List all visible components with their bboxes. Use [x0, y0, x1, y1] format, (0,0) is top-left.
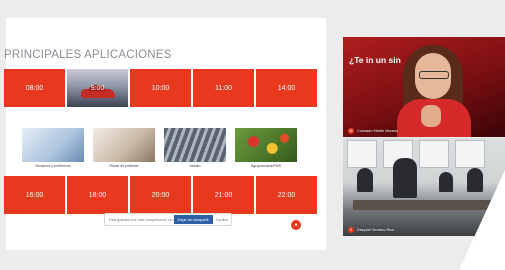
window [419, 140, 449, 168]
stop-sharing-button[interactable]: Dejar de compartir [173, 215, 213, 224]
student [439, 172, 453, 192]
participant-label: M Colorado Martín Moreno [348, 128, 398, 134]
participant-name: Colorado Martín Moreno [357, 129, 399, 133]
student [393, 158, 417, 198]
app-label: Sensores y periféricos [35, 164, 71, 168]
share-status-text: Está grabado por este complemento se cam… [109, 217, 174, 222]
slide-title: PRINCIPALES APLICACIONES [4, 49, 172, 61]
time-tile: 14:00 [256, 69, 317, 107]
time-tile: 08:00 [4, 69, 65, 107]
glasses-icon [419, 71, 449, 79]
timeline-row-bottom: 16:00 18:00 20:00 21:00 22:00 [4, 176, 317, 214]
time-tile: 20:00 [130, 176, 191, 214]
timeline-row-top: 08:00 9:00 10:00 11:00 14:00 [4, 69, 317, 107]
participant-label: S Daspuel Serrano Rico [348, 227, 394, 233]
app-image [22, 128, 84, 162]
student [357, 168, 373, 192]
app-card: Sensores y periféricos [22, 128, 84, 168]
participant-avatar: S [348, 227, 354, 233]
app-label: Fibras de poliéster [109, 164, 139, 168]
app-label: Asfalto [189, 164, 201, 168]
participant-avatar: M [348, 128, 354, 134]
corner-decoration [459, 170, 505, 270]
time-tile: 22:00 [256, 176, 317, 214]
time-tile-photo: 9:00 [67, 69, 128, 107]
app-image [235, 128, 297, 162]
applications-list: Sensores y periféricos Fibras de poliést… [22, 128, 297, 168]
time-tile: 21:00 [193, 176, 254, 214]
background-slogan: ¿Te in un sin [349, 55, 401, 65]
participant-name: Daspuel Serrano Rico [357, 228, 395, 232]
time-tile: 18:00 [67, 176, 128, 214]
app-image [93, 128, 155, 162]
video-tile-presenter[interactable]: ¿Te in un sin M Colorado Martín Moreno [343, 37, 505, 137]
app-label: Agropecuaria/PMS [250, 164, 282, 168]
app-card: Fibras de poliéster [93, 128, 155, 168]
time-tile: 16:00 [4, 176, 65, 214]
window [347, 140, 377, 168]
screen-share-bar: Está grabado por este complemento se cam… [104, 213, 232, 226]
window [455, 140, 485, 168]
hide-button[interactable]: Ocultar [213, 218, 231, 222]
screen: PRINCIPALES APLICACIONES 08:00 9:00 10:0… [0, 0, 505, 270]
person-hands [421, 105, 441, 127]
time-tile: 11:00 [193, 69, 254, 107]
app-card: Agropecuaria/PMS [235, 128, 297, 168]
record-icon[interactable]: ● [291, 220, 301, 230]
app-card: Asfalto [164, 128, 226, 168]
time-tile: 10:00 [130, 69, 191, 107]
app-image [164, 128, 226, 162]
